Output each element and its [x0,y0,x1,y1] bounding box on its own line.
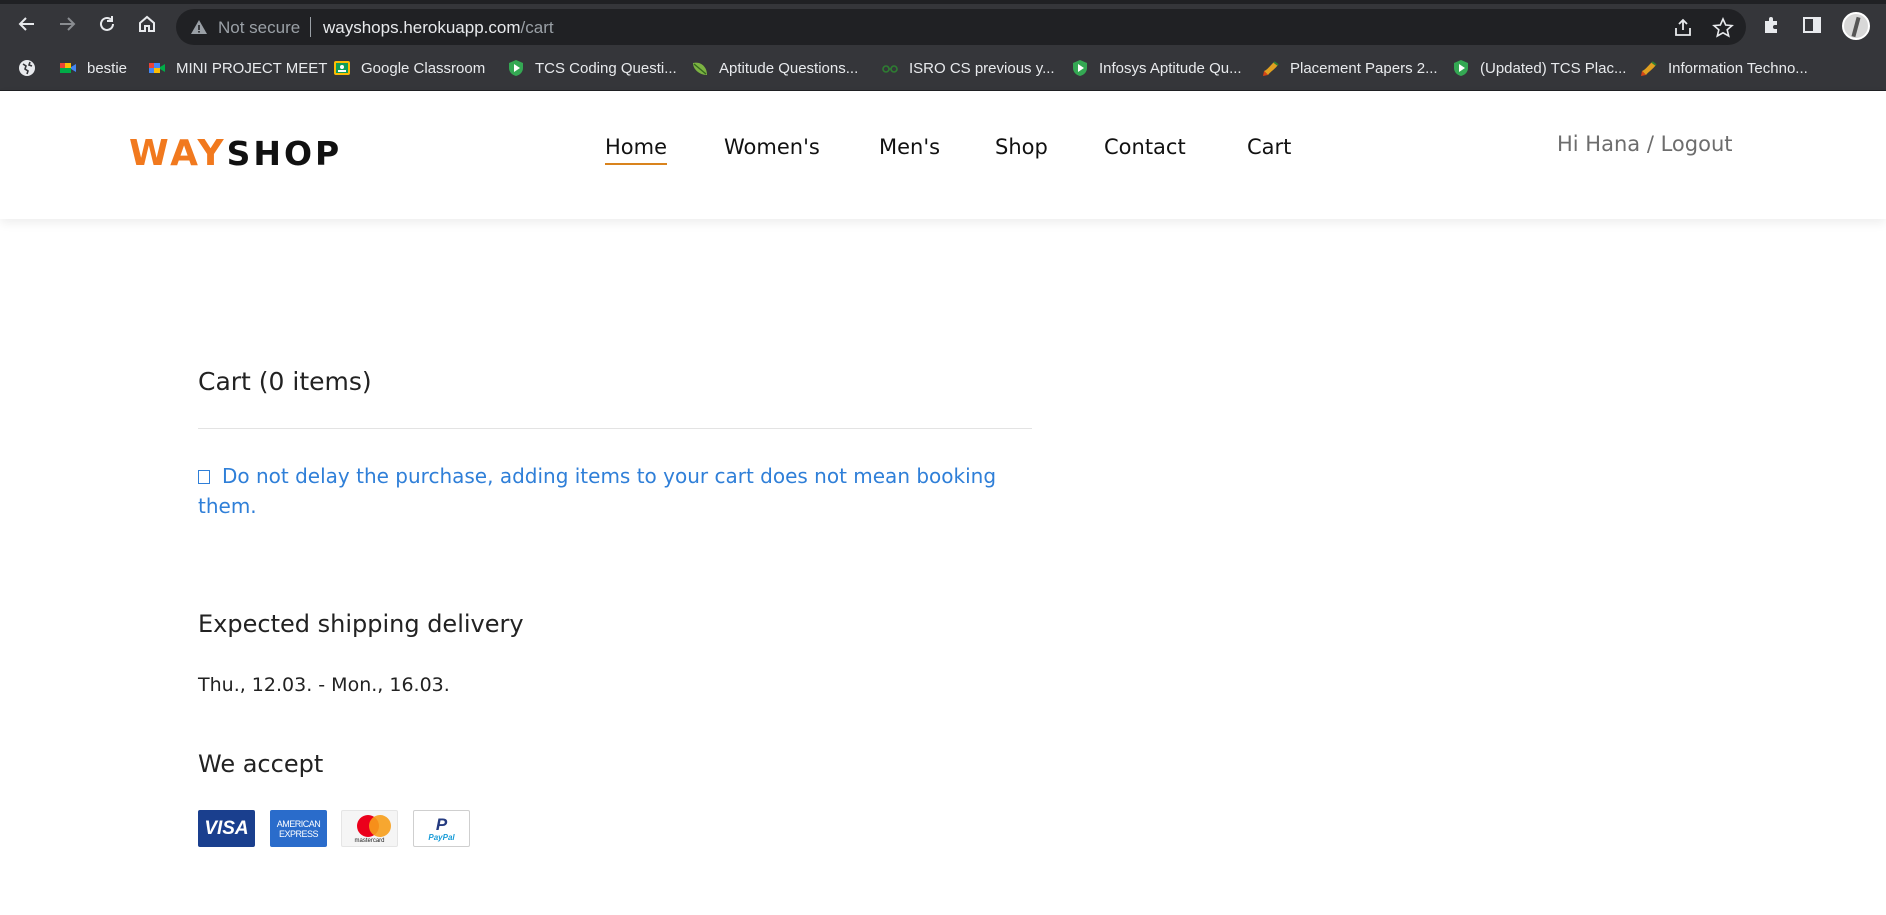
reload-icon[interactable] [94,11,120,37]
visa-text: VISA [204,817,249,839]
nav-contact[interactable]: Contact [1104,135,1186,163]
bookmark-updated-tcs[interactable]: (Updated) TCS Plac... [1452,57,1626,79]
mastercard-circles [350,814,391,838]
side-panel-icon[interactable] [1801,14,1823,36]
brush-icon [1263,61,1279,76]
amex-card-icon: AMERICAN EXPRESS [270,810,327,847]
back-arrow-icon[interactable] [14,11,40,37]
bookmark-isro-cs[interactable]: ISRO CS previous y... [881,57,1055,79]
cart-title: Cart (0 items) [198,367,372,396]
cart-notice: Do not delay the purchase, adding items … [198,461,1028,521]
bookmark-label: TCS Coding Questi... [535,59,677,77]
logo-shop: SHOP [226,134,343,173]
address-bar[interactable]: Not secure wayshops.herokuapp.com/cart [176,9,1746,45]
bookmark-placement-papers[interactable]: Placement Papers 2... [1262,57,1438,79]
globe-icon [19,60,35,76]
browser-toolbar: Not secure wayshops.herokuapp.com/cart [0,0,1886,46]
home-icon[interactable] [134,11,160,37]
bookmark-label: (Updated) TCS Plac... [1480,59,1627,77]
bookmark-tcs-coding[interactable]: TCS Coding Questi... [507,57,677,79]
cart-notice-text: Do not delay the purchase, adding items … [198,464,997,518]
user-links: Hi Hana / Logout [1557,132,1733,156]
bookmark-mini-project-meet[interactable]: MINI PROJECT MEET [148,57,327,79]
nav-mens[interactable]: Men's [879,135,940,163]
puzzle-icon[interactable] [1761,14,1783,36]
paypal-p-mark: P [435,814,448,834]
user-links-separator: / [1646,132,1654,156]
meet-icon [60,63,76,73]
bookmark-label: Placement Papers 2... [1290,59,1438,77]
bookmarks-bar: bestie MINI PROJECT MEET Google Classroo… [0,46,1886,91]
nav-cart[interactable]: Cart [1247,135,1291,163]
glasses-icon [882,65,898,73]
bookmark-label: MINI PROJECT MEET [176,59,328,77]
bookmark-label: ISRO CS previous y... [909,59,1055,77]
nav-shop[interactable]: Shop [995,135,1048,163]
paypal-text: PayPal [428,832,455,842]
bookmark-aptitude-questions[interactable]: Aptitude Questions... [691,57,858,79]
meet-icon [149,63,165,73]
bookmark-label: Google Classroom [361,59,486,77]
shipping-heading: Expected shipping delivery [198,610,524,638]
bookmark-label: bestie [87,59,128,77]
mastercard-icon: mastercard [341,810,398,847]
bookmark-information-techno[interactable]: Information Techno... [1640,57,1808,79]
info-icon [198,470,210,484]
nav-home[interactable]: Home [605,135,668,165]
bookmark-label: Information Techno... [1668,59,1808,77]
site-header: WAYSHOP Home Women's Men's Shop Contact … [0,91,1886,219]
visa-card-icon: VISA [198,810,255,847]
star-icon[interactable] [1712,17,1734,39]
classroom-icon [334,61,350,75]
accept-heading: We accept [198,750,324,778]
bookmark-bestie[interactable]: bestie [59,57,127,79]
shield-icon [1073,60,1087,76]
shield-icon [509,60,523,76]
shipping-dates: Thu., 12.03. - Mon., 16.03. [198,674,450,696]
forward-arrow-icon[interactable] [54,11,80,37]
paypal-icon: P PayPal [413,810,470,847]
bookmark-label: Aptitude Questions... [719,59,859,77]
bookmark-google-classroom[interactable]: Google Classroom [333,57,485,79]
logo-way: WAY [129,133,227,174]
divider [310,17,311,37]
url-path: /cart [520,18,554,37]
url-text[interactable]: wayshops.herokuapp.com/cart [323,18,554,38]
share-icon[interactable] [1672,17,1694,39]
bookmark-globe[interactable] [18,57,36,79]
warning-triangle-icon[interactable] [190,18,208,36]
shield-icon [1454,60,1468,76]
not-secure-label[interactable]: Not secure [218,18,300,38]
user-greeting[interactable]: Hi Hana [1557,132,1640,156]
brush-icon [1641,61,1657,76]
mastercard-text: mastercard [354,837,385,844]
bookmark-label: Infosys Aptitude Qu... [1099,59,1242,77]
profile-avatar[interactable] [1842,12,1870,40]
leaf-icon [693,62,707,75]
amex-text: AMERICAN EXPRESS [276,818,321,839]
bookmark-infosys-aptitude[interactable]: Infosys Aptitude Qu... [1071,57,1242,79]
url-host: wayshops.herokuapp.com [323,18,521,37]
cart-divider [198,428,1032,429]
logout-link[interactable]: Logout [1661,132,1733,156]
nav-womens[interactable]: Women's [724,135,820,163]
site-logo[interactable]: WAYSHOP [129,133,342,174]
